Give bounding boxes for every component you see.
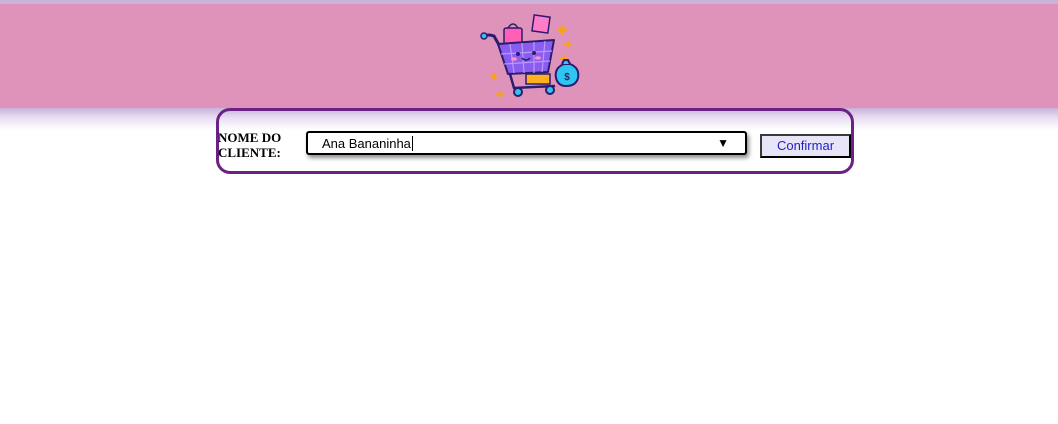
svg-text:$: $ (564, 72, 570, 83)
triangle-down-icon[interactable]: ▼ (717, 135, 729, 152)
client-name-label: NOME DO CLIENTE: (218, 130, 282, 160)
text-cursor (411, 136, 413, 151)
shopping-cart-logo-icon: $ (480, 14, 580, 99)
client-select-value-text: Ana Bananinha (322, 136, 411, 151)
client-select[interactable]: Ana Bananinha ▼ (306, 131, 747, 155)
client-select-value: Ana Bananinha (322, 135, 413, 152)
confirm-button[interactable]: Confirmar (760, 134, 851, 158)
